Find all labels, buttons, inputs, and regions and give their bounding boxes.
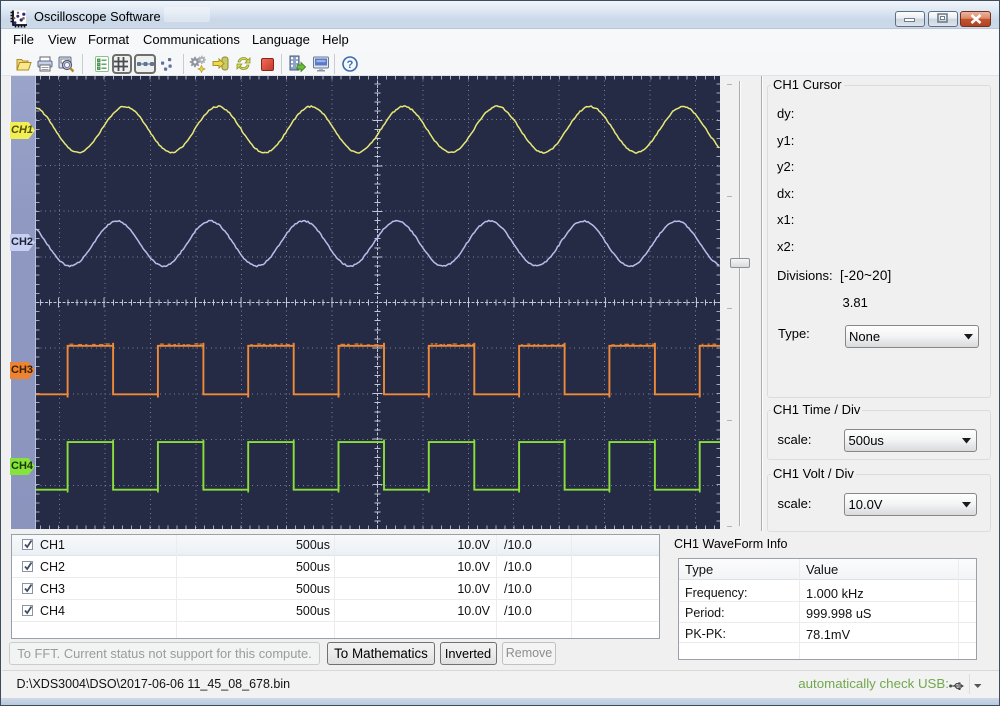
svg-text:?: ? (347, 59, 354, 71)
